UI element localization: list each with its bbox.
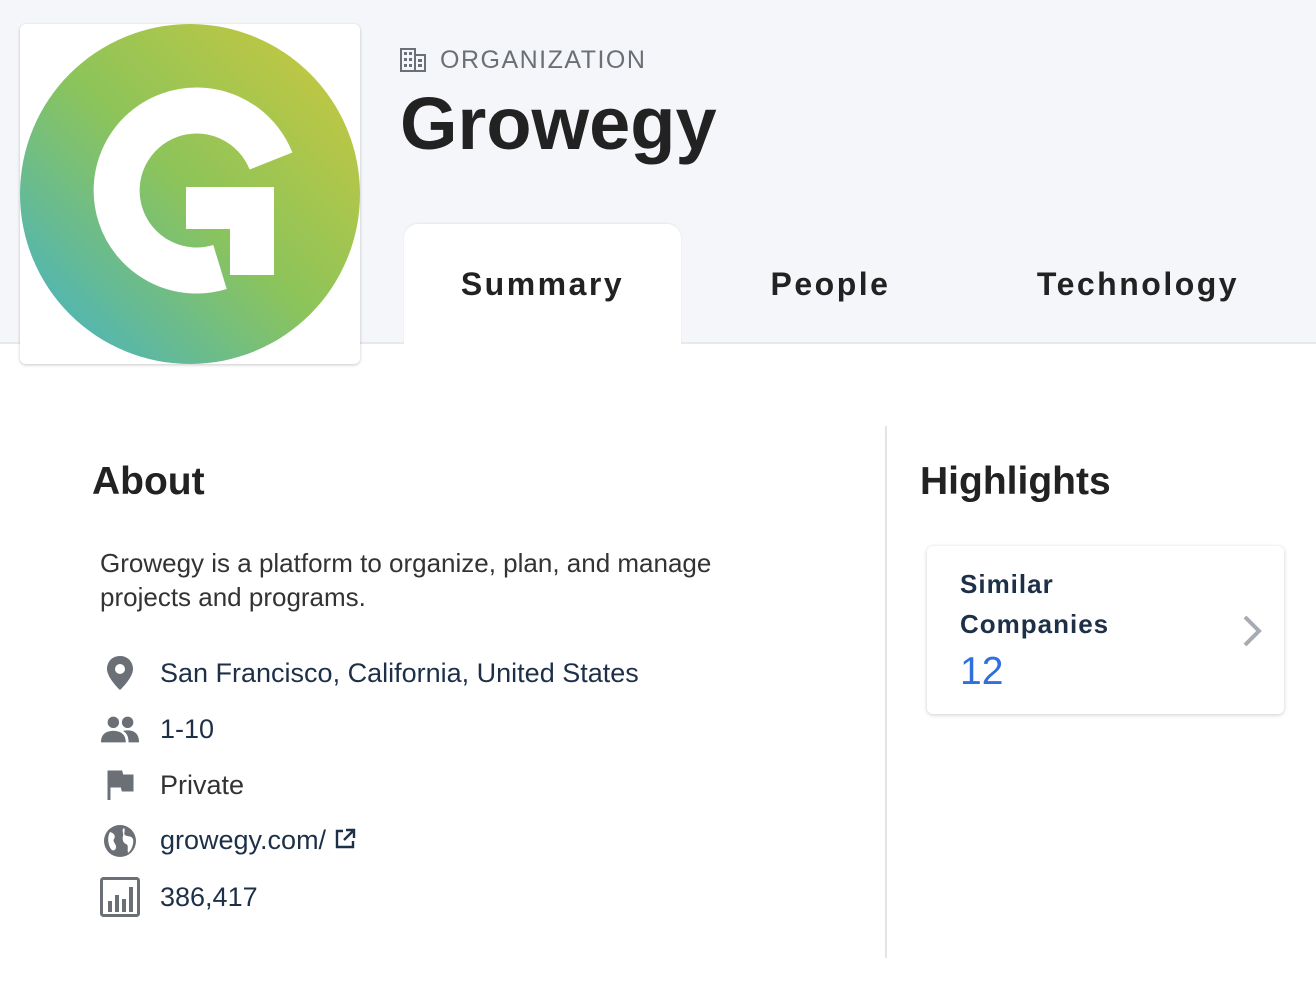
chevron-right-icon (1241, 614, 1263, 653)
page-title: Growegy (400, 82, 717, 165)
section-divider (885, 426, 887, 958)
external-link-icon[interactable] (334, 826, 356, 857)
ownership-value: Private (160, 769, 245, 800)
similar-companies-card[interactable]: Similar Companies 12 (927, 546, 1284, 714)
employee-count-link[interactable]: 1-10 (160, 714, 214, 745)
location-city-link[interactable]: San Francisco (160, 658, 333, 688)
bar-chart-icon (100, 877, 140, 917)
flag-icon (100, 765, 140, 805)
tab-summary[interactable]: Summary (404, 224, 681, 344)
org-kind-label: ORGANIZATION (400, 44, 646, 76)
fact-ownership: Private (100, 765, 244, 805)
company-logo (20, 24, 360, 364)
about-heading: About (92, 460, 205, 503)
website-link[interactable]: growegy.com/ (160, 825, 326, 855)
tab-technology[interactable]: Technology (1004, 224, 1272, 344)
location-region-link[interactable]: California (348, 658, 462, 688)
building-icon (400, 48, 426, 72)
highlight-value: 12 (960, 650, 1004, 693)
location-pin-icon (100, 653, 140, 693)
tab-bar: Summary People Technology (404, 224, 1316, 344)
location-country-link[interactable]: United States (477, 658, 639, 688)
globe-icon (100, 821, 140, 861)
highlights-heading: Highlights (920, 460, 1111, 503)
people-icon (100, 709, 140, 749)
fact-rank: 386,417 (100, 877, 258, 917)
about-description: Growegy is a platform to organize, plan,… (100, 548, 712, 612)
org-kind-text: ORGANIZATION (440, 45, 647, 74)
highlight-label: Similar Companies (960, 569, 1110, 639)
fact-website: growegy.com/ (100, 821, 356, 861)
rank-link[interactable]: 386,417 (160, 882, 258, 913)
tab-people[interactable]: People (692, 224, 969, 344)
fact-location: San Francisco, California, United States (100, 653, 639, 693)
fact-employees: 1-10 (100, 709, 214, 749)
